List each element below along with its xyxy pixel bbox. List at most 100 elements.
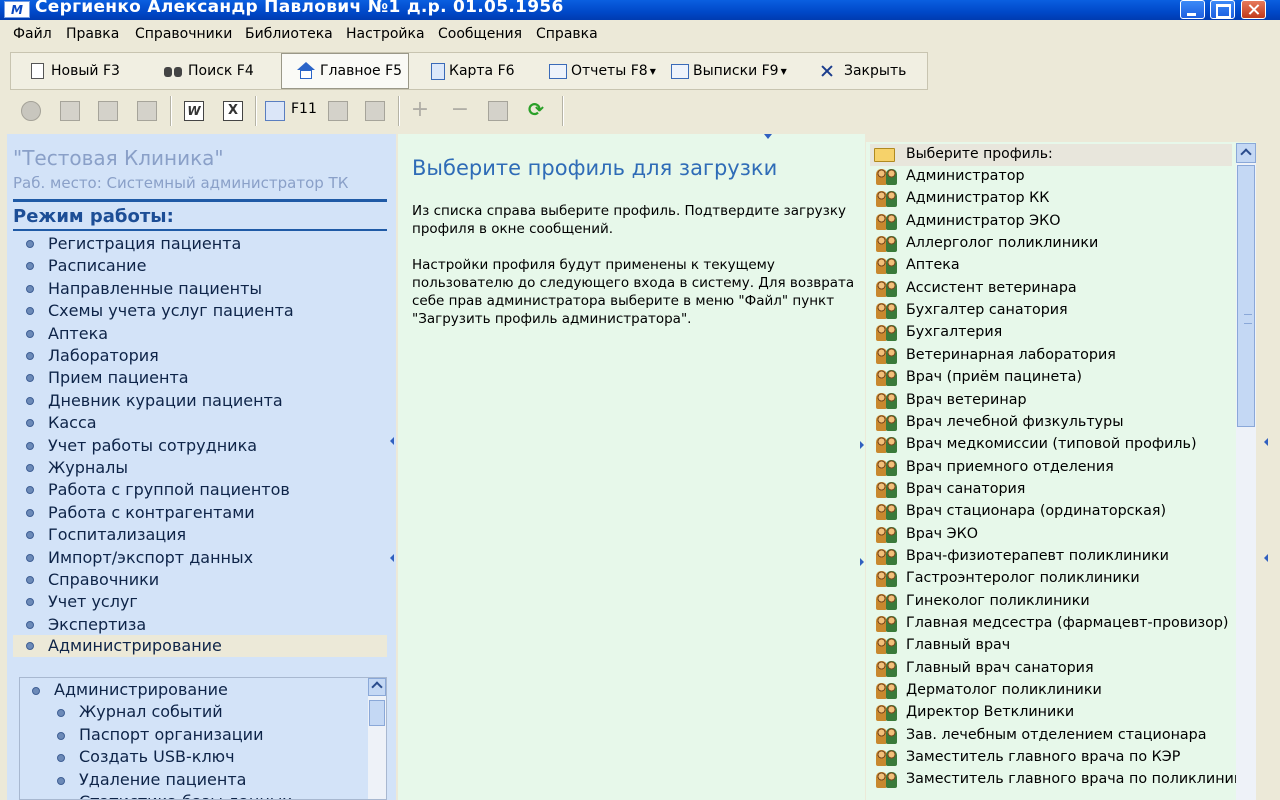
users-icon bbox=[876, 168, 898, 186]
profile-item[interactable]: Дерматолог поликлиники bbox=[870, 680, 1232, 702]
profile-item[interactable]: Бухгалтерия bbox=[870, 322, 1232, 344]
library-icon[interactable] bbox=[265, 101, 285, 121]
nav-item[interactable]: Справочники bbox=[13, 569, 387, 591]
scroll-up-button[interactable] bbox=[1236, 143, 1256, 163]
profile-item[interactable]: Врач лечебной физкультуры bbox=[870, 412, 1232, 434]
nav-item[interactable]: Работа с контрагентами bbox=[13, 502, 387, 524]
profile-item[interactable]: Заместитель главного врача по КЭР bbox=[870, 747, 1232, 769]
menu-messages[interactable]: Сообщения bbox=[438, 26, 522, 42]
menu-help[interactable]: Справка bbox=[536, 26, 598, 42]
profile-item-label: Врач-физиотерапевт поликлиники bbox=[906, 547, 1169, 564]
profile-item[interactable]: Бухгалтер санатория bbox=[870, 300, 1232, 322]
main-button[interactable]: Главное F5 bbox=[281, 53, 409, 89]
close-window-button[interactable] bbox=[1241, 0, 1266, 19]
reports-button[interactable]: Отчеты F8 ▼ bbox=[549, 53, 656, 89]
scroll-thumb[interactable] bbox=[369, 700, 385, 726]
profile-item[interactable]: Главный врач bbox=[870, 635, 1232, 657]
nav-item[interactable]: Учет работы сотрудника bbox=[13, 435, 387, 457]
search-button[interactable]: Поиск F4 bbox=[164, 53, 254, 89]
add-icon[interactable]: + bbox=[410, 99, 430, 121]
menu-settings[interactable]: Настройка bbox=[346, 26, 425, 42]
collapse-left-icon[interactable] bbox=[390, 554, 394, 562]
profile-item[interactable]: Врач ЭКО bbox=[870, 524, 1232, 546]
nav-item[interactable]: Учет услуг bbox=[13, 591, 387, 613]
profile-item[interactable]: Врач ветеринар bbox=[870, 390, 1232, 412]
nav-item[interactable]: Лаборатория bbox=[13, 345, 387, 367]
extracts-button[interactable]: Выписки F9 ▼ bbox=[671, 53, 787, 89]
profile-item[interactable]: Ветеринарная лаборатория bbox=[870, 345, 1232, 367]
profile-item[interactable]: Гастроэнтеролог поликлиники bbox=[870, 568, 1232, 590]
profile-scrollbar[interactable] bbox=[1236, 143, 1256, 800]
profile-item[interactable]: Директор Ветклиники bbox=[870, 702, 1232, 724]
nav-item[interactable]: Прием пациента bbox=[13, 367, 387, 389]
sub-scrollbar[interactable] bbox=[368, 678, 386, 799]
users-icon bbox=[876, 548, 898, 566]
back-icon[interactable] bbox=[21, 101, 41, 121]
nav-item[interactable]: Схемы учета услуг пациента bbox=[13, 300, 387, 322]
profile-item[interactable]: Врач стационара (ординаторская) bbox=[870, 501, 1232, 523]
profile-item[interactable]: Врач приемного отделения bbox=[870, 457, 1232, 479]
folder-open-icon[interactable] bbox=[365, 101, 385, 121]
profile-item[interactable]: Гинеколог поликлиники bbox=[870, 591, 1232, 613]
word-export-icon[interactable]: W bbox=[184, 101, 204, 121]
nav-item[interactable]: Экспертиза bbox=[13, 614, 387, 636]
profile-item[interactable]: Заместитель главного врача по поликлиник… bbox=[870, 769, 1251, 791]
excel-export-icon[interactable]: X bbox=[223, 101, 243, 121]
folder-icon[interactable] bbox=[328, 101, 348, 121]
nav-item[interactable]: Расписание bbox=[13, 255, 387, 277]
nav-item[interactable]: Направленные пациенты bbox=[13, 278, 387, 300]
bullet-icon bbox=[57, 732, 65, 740]
splitter-arrow-icon[interactable] bbox=[764, 134, 772, 139]
close-button[interactable]: Закрыть bbox=[820, 53, 906, 89]
print-preview-icon[interactable] bbox=[137, 101, 157, 121]
scroll-up-button[interactable] bbox=[368, 678, 386, 696]
nav-item[interactable]: Касса bbox=[13, 412, 387, 434]
profile-item[interactable]: Врач санатория bbox=[870, 479, 1232, 501]
profile-item[interactable]: Врач медкомиссии (типовой профиль) bbox=[870, 434, 1232, 456]
menu-library[interactable]: Библиотека bbox=[245, 26, 333, 42]
collapse-left-icon[interactable] bbox=[1264, 438, 1268, 446]
nav-item[interactable]: Работа с группой пациентов bbox=[13, 479, 387, 501]
edit-icon[interactable] bbox=[488, 101, 508, 121]
profile-item[interactable]: Врач-физиотерапевт поликлиники bbox=[870, 546, 1232, 568]
f11-label[interactable]: F11 bbox=[291, 101, 317, 117]
nav-item[interactable]: Журналы bbox=[13, 457, 387, 479]
profile-item[interactable]: Администратор КК bbox=[870, 188, 1232, 210]
collapse-left-icon[interactable] bbox=[1264, 554, 1268, 562]
nav-item[interactable]: Импорт/экспорт данных bbox=[13, 547, 387, 569]
profile-item[interactable]: Врач (приём пацинета) bbox=[870, 367, 1232, 389]
profile-item[interactable]: Администратор ЭКО bbox=[870, 211, 1232, 233]
remove-icon[interactable]: − bbox=[450, 99, 470, 121]
nav-item[interactable]: Аптека bbox=[13, 323, 387, 345]
minimize-button[interactable] bbox=[1180, 0, 1205, 19]
grip-icon bbox=[1244, 314, 1252, 324]
menu-file[interactable]: Файл bbox=[13, 26, 52, 42]
save-icon[interactable] bbox=[60, 101, 80, 121]
bullet-icon bbox=[26, 464, 34, 472]
profile-item[interactable]: Главная медсестра (фармацевт-провизор) bbox=[870, 613, 1232, 635]
profile-item[interactable]: Администратор bbox=[870, 166, 1232, 188]
new-button[interactable]: Новый F3 bbox=[31, 53, 120, 89]
maximize-button[interactable] bbox=[1210, 0, 1235, 19]
nav-item[interactable]: Госпитализация bbox=[13, 524, 387, 546]
profile-item[interactable]: Аллерголог поликлиники bbox=[870, 233, 1232, 255]
refresh-icon[interactable]: ⟳ bbox=[526, 101, 546, 121]
profile-item[interactable]: Ассистент ветеринара bbox=[870, 278, 1232, 300]
print-icon[interactable] bbox=[98, 101, 118, 121]
nav-item[interactable]: Регистрация пациента bbox=[13, 233, 387, 255]
profile-item[interactable]: Аптека bbox=[870, 255, 1232, 277]
collapse-left-icon[interactable] bbox=[390, 437, 394, 445]
profile-item[interactable]: Главный врач санатория bbox=[870, 658, 1232, 680]
sub-item-label: Статистика базы данных bbox=[79, 792, 292, 799]
sub-item-label: Журнал событий bbox=[79, 702, 223, 721]
profile-item[interactable]: Зав. лечебным отделением стационара bbox=[870, 725, 1232, 747]
profile-list-header[interactable]: Выберите профиль: bbox=[870, 144, 1232, 166]
menu-edit[interactable]: Правка bbox=[66, 26, 119, 42]
menu-directories[interactable]: Справочники bbox=[135, 26, 232, 42]
nav-item-selected[interactable]: Администрирование bbox=[13, 635, 387, 657]
expand-right-icon[interactable] bbox=[860, 558, 864, 566]
expand-right-icon[interactable] bbox=[860, 441, 864, 449]
scroll-thumb[interactable] bbox=[1237, 165, 1255, 427]
card-button[interactable]: Карта F6 bbox=[431, 53, 515, 89]
nav-item[interactable]: Дневник курации пациента bbox=[13, 390, 387, 412]
